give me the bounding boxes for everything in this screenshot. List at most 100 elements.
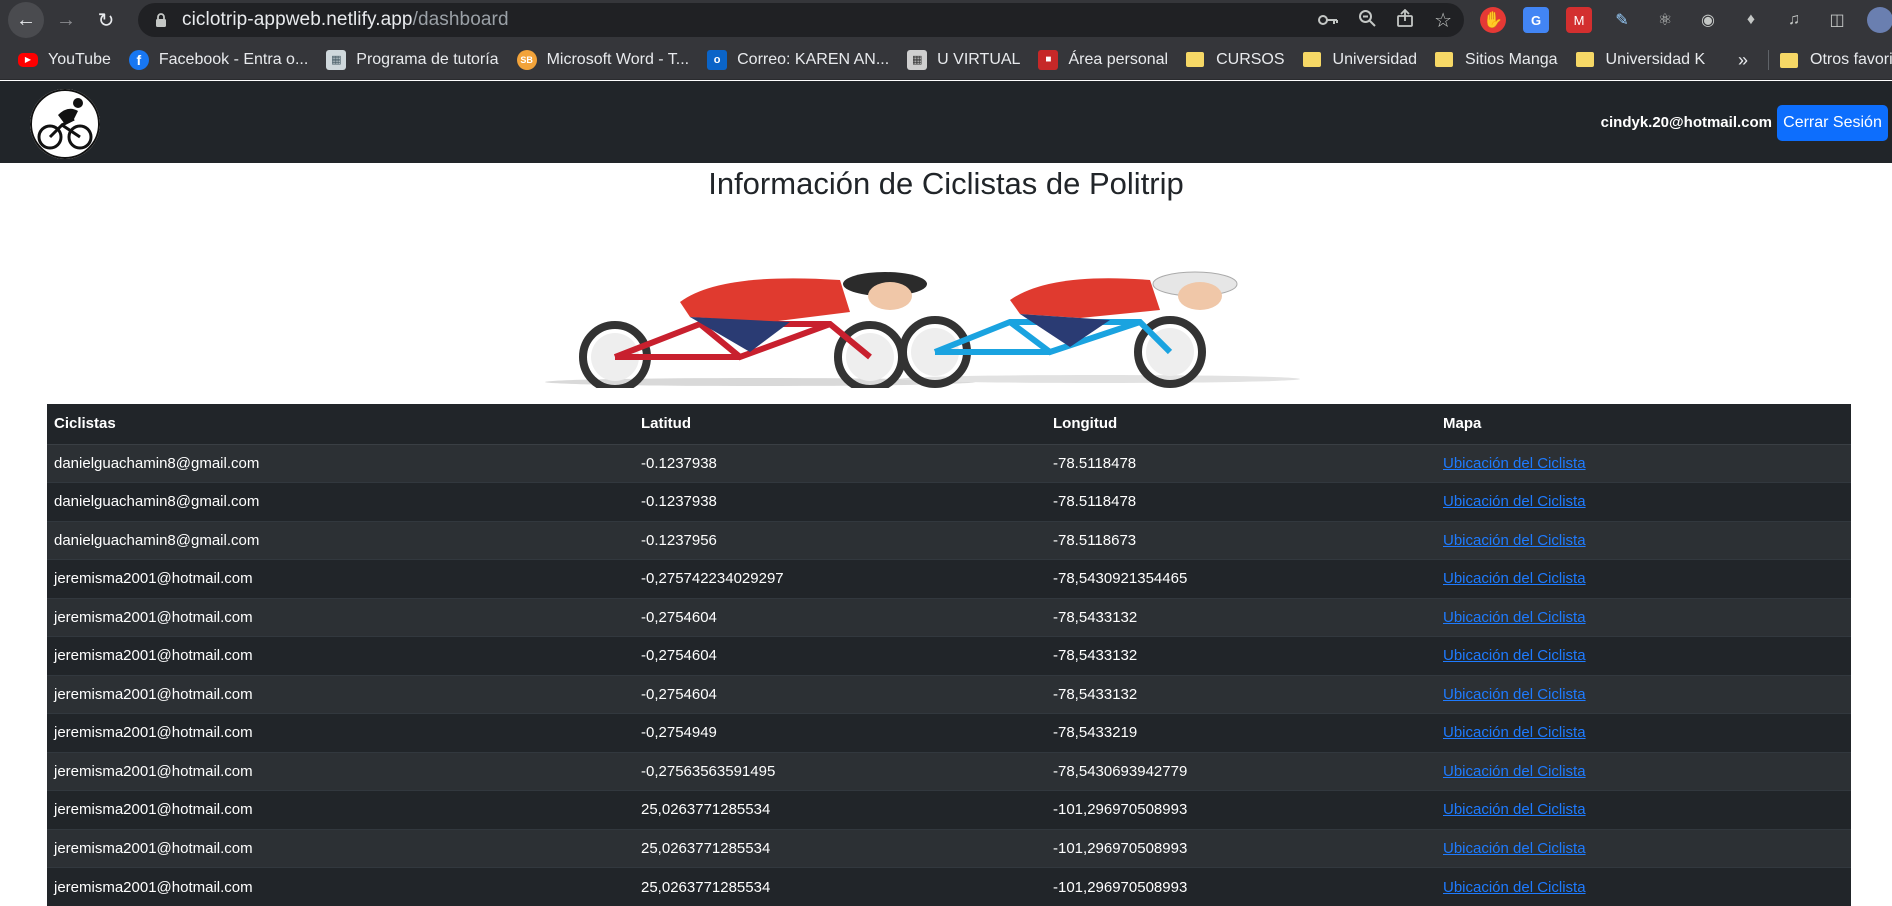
bookmark-universidad[interactable]: Universidad [1303,40,1417,80]
more-bookmarks-button[interactable]: » [1738,40,1748,80]
map-link[interactable]: Ubicación del Ciclista [1443,455,1586,472]
table-row: jeremisma2001@hotmail.com-0,275742234029… [47,560,1851,599]
map-link[interactable]: Ubicación del Ciclista [1443,686,1586,703]
color-picker-icon[interactable]: ✎ [1609,7,1635,33]
react-devtools-icon[interactable]: ⚛ [1652,7,1678,33]
table-row: jeremisma2001@hotmail.com-0,275635635914… [47,752,1851,791]
table-row: danielguachamin8@gmail.com-0.1237938-78.… [47,444,1851,483]
bookmark-area-personal[interactable]: ■ Área personal [1038,40,1168,80]
cell-longitude: -101,296970508993 [1046,829,1436,868]
cell-map: Ubicación del Ciclista [1436,868,1851,906]
table-row: jeremisma2001@hotmail.com-0,2754604-78,5… [47,675,1851,714]
map-link[interactable]: Ubicación del Ciclista [1443,724,1586,741]
cell-longitude: -78,5430693942779 [1046,752,1436,791]
bookmark-word[interactable]: SB Microsoft Word - T... [517,40,690,80]
cell-email: jeremisma2001@hotmail.com [47,752,634,791]
share-icon[interactable] [1396,9,1414,32]
cell-map: Ubicación del Ciclista [1436,521,1851,560]
cell-email: danielguachamin8@gmail.com [47,444,634,483]
map-link[interactable]: Ubicación del Ciclista [1443,840,1586,857]
cell-longitude: -101,296970508993 [1046,791,1436,830]
cell-map: Ubicación del Ciclista [1436,637,1851,676]
youtube-icon: ▶ [18,53,38,67]
user-email: cindyk.20@hotmail.com [1601,81,1772,163]
bookmark-facebook[interactable]: f Facebook - Entra o... [129,40,308,80]
map-link[interactable]: Ubicación del Ciclista [1443,609,1586,626]
side-panel-icon[interactable]: ◫ [1824,7,1850,33]
mendeley-icon[interactable]: M [1566,7,1592,33]
cell-longitude: -78.5118673 [1046,521,1436,560]
cell-latitude: -0,27563563591495 [634,752,1046,791]
bookmark-tutoria[interactable]: ▦ Programa de tutoría [326,40,498,80]
folder-icon [1303,52,1321,67]
bookmark-label: Microsoft Word - T... [547,51,690,69]
lock-icon [154,12,168,28]
area-personal-icon: ■ [1038,50,1058,70]
cell-longitude: -101,296970508993 [1046,868,1436,906]
key-icon[interactable] [1318,10,1338,31]
facebook-icon: f [129,50,149,70]
cell-latitude: -0.1237938 [634,444,1046,483]
cell-latitude: 25,0263771285534 [634,791,1046,830]
zoom-icon[interactable] [1358,9,1376,32]
cell-longitude: -78.5118478 [1046,483,1436,522]
bookmark-youtube[interactable]: ▶ YouTube [18,40,111,80]
map-link[interactable]: Ubicación del Ciclista [1443,532,1586,549]
cell-map: Ubicación del Ciclista [1436,675,1851,714]
cell-map: Ubicación del Ciclista [1436,483,1851,522]
folder-icon [1780,53,1798,68]
cell-latitude: -0,2754604 [634,637,1046,676]
cell-latitude: -0,275742234029297 [634,560,1046,599]
cell-map: Ubicación del Ciclista [1436,714,1851,753]
bookmark-cursos[interactable]: CURSOS [1186,40,1284,80]
other-bookmarks-folder[interactable]: Otros favorit [1780,40,1892,80]
translate-icon[interactable]: G [1523,7,1549,33]
back-arrow-icon[interactable]: ← [8,2,44,38]
table-row: jeremisma2001@hotmail.com25,026377128553… [47,791,1851,830]
cell-latitude: -0.1237956 [634,521,1046,560]
other-bookmarks-label: Otros favorit [1810,51,1892,69]
bookmark-correo[interactable]: o Correo: KAREN AN... [707,40,889,80]
cell-longitude: -78,5430921354465 [1046,560,1436,599]
cell-email: jeremisma2001@hotmail.com [47,675,634,714]
cell-latitude: 25,0263771285534 [634,868,1046,906]
cell-longitude: -78,5433132 [1046,637,1436,676]
cell-map: Ubicación del Ciclista [1436,791,1851,830]
cyclist-logo[interactable] [30,89,100,159]
cell-map: Ubicación del Ciclista [1436,829,1851,868]
moodle-icon: ▦ [907,50,927,70]
cell-email: jeremisma2001@hotmail.com [47,829,634,868]
map-link[interactable]: Ubicación del Ciclista [1443,647,1586,664]
cell-email: danielguachamin8@gmail.com [47,483,634,522]
bookmark-sitios-manga[interactable]: Sitios Manga [1435,40,1558,80]
bookmark-label: CURSOS [1216,51,1284,69]
cell-map: Ubicación del Ciclista [1436,560,1851,599]
cell-map: Ubicación del Ciclista [1436,444,1851,483]
bookmark-label: Universidad K [1606,51,1706,69]
map-link[interactable]: Ubicación del Ciclista [1443,493,1586,510]
map-link[interactable]: Ubicación del Ciclista [1443,879,1586,896]
address-bar[interactable]: ciclotrip-appweb.netlify.app/dashboard ☆ [138,3,1464,37]
media-queue-icon[interactable]: ♫ [1781,7,1807,33]
star-icon[interactable]: ☆ [1434,8,1452,33]
cell-map: Ubicación del Ciclista [1436,752,1851,791]
logout-button[interactable]: Cerrar Sesión [1777,105,1888,141]
reload-icon[interactable]: ↻ [88,2,124,38]
cell-longitude: -78,5433132 [1046,598,1436,637]
document-icon: ▦ [326,50,346,70]
extension-circle-icon[interactable]: ◉ [1695,7,1721,33]
extensions-puzzle-icon[interactable]: ♦ [1738,7,1764,33]
folder-icon [1435,52,1453,67]
profile-avatar[interactable] [1867,7,1892,33]
bookmark-universidad-k[interactable]: Universidad K [1576,40,1706,80]
map-link[interactable]: Ubicación del Ciclista [1443,763,1586,780]
bookmark-uvirtual[interactable]: ▦ U VIRTUAL [907,40,1020,80]
map-link[interactable]: Ubicación del Ciclista [1443,801,1586,818]
browser-toolbar: ← → ↻ ciclotrip-appweb.netlify.app/dashb… [0,0,1892,40]
cell-latitude: 25,0263771285534 [634,829,1046,868]
table-row: jeremisma2001@hotmail.com25,026377128553… [47,868,1851,906]
map-link[interactable]: Ubicación del Ciclista [1443,570,1586,587]
forward-arrow-icon[interactable]: → [48,2,84,38]
adblock-icon[interactable]: ✋ [1480,7,1506,33]
folder-icon [1186,52,1204,67]
